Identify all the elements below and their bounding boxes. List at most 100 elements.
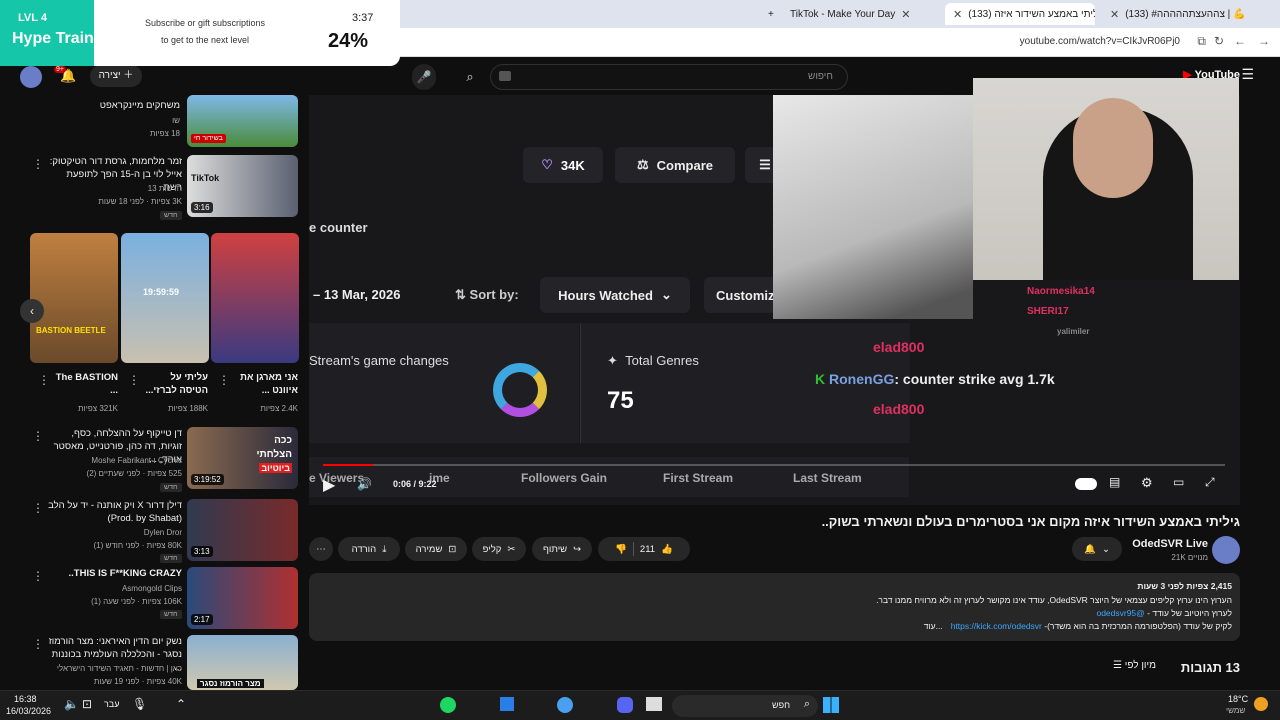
apps-icon[interactable] [500,697,514,711]
more-options-icon[interactable]: ⋮ [32,637,44,651]
description-box[interactable]: 2,415 צפיות לפני 3 שעות הערוץ הינו ערוץ … [309,573,1240,641]
short-thumbnail[interactable] [211,233,299,363]
channel-name[interactable]: Dylen Dror [48,527,182,539]
share-button[interactable]: ↪ שיתוף [532,537,592,561]
chat-message: K RonenGG: counter strike avg 1.7k [815,371,1055,387]
short-title[interactable]: עליתי על הטיסה לברזי... [140,371,208,397]
taskbar-search[interactable]: חפש ⌕ [672,695,818,717]
avatar[interactable] [20,66,42,88]
keyboard-icon[interactable] [499,71,511,81]
tab-youtube-active[interactable]: ✕ (133) גיליתי באמצע השידור איזה [945,3,1095,25]
like-dislike-buttons[interactable]: 👍 211 👎 [598,537,690,561]
more-options-icon[interactable]: ⋮ [128,373,140,387]
search-input[interactable]: חיפוש [490,64,848,90]
extensions-icon[interactable]: ⧉ [1197,34,1206,49]
close-icon[interactable]: ✕ [953,8,962,21]
weather-icon[interactable] [1254,697,1268,711]
date-range[interactable]: – 13 Mar, 2026 [313,287,400,302]
settings-gear-icon[interactable]: ⚙ [1141,475,1153,491]
windows-start-icon[interactable] [823,697,839,713]
miniplayer-icon[interactable]: ▭ [1173,475,1184,489]
like-icon[interactable]: 👍 [661,544,673,555]
video-thumbnail[interactable]: 2:17 [187,567,298,629]
voice-search-icon[interactable]: 🎤 [412,64,436,90]
more-options-icon[interactable]: ⋮ [32,501,44,515]
more-options-icon[interactable]: ⋮ [32,569,44,583]
column-header[interactable]: Followers Gain [521,471,607,485]
sort-dropdown[interactable]: Hours Watched ⌄ [540,277,690,313]
discord-icon[interactable] [617,697,633,713]
url-field[interactable]: youtube.com/watch?v=CIkJvR06Pj0 [1020,36,1180,47]
video-thumbnail[interactable]: מצר הורמוז נסגר [187,635,298,690]
video-thumbnail[interactable]: 3:13 [187,499,298,561]
channel-avatar[interactable] [1212,536,1240,564]
more-options-icon[interactable]: ⋮ [32,429,44,443]
progress-bar-track[interactable] [373,464,1225,466]
like-count-button[interactable]: ♡ 34K [523,147,603,183]
kick-link[interactable]: https://kick.com/odedsvr [951,621,1042,631]
customize-button[interactable]: Customiz [704,277,784,313]
tab-tiktok[interactable]: TikTok - Make Your Day ✕ [782,3,942,25]
captions-icon[interactable]: ▤ [1109,475,1120,489]
sort-by-label: ⇅ Sort by: [455,287,519,303]
more-options-icon[interactable]: ⋮ [218,373,230,387]
close-icon[interactable]: ✕ [1110,8,1119,21]
progress-bar-played[interactable] [323,464,373,466]
channel-name[interactable]: Asmongold Clips [48,583,182,595]
reload-icon[interactable]: ↻ [1214,34,1224,48]
video-title[interactable]: THIS IS F**KING CRAZY.. [48,567,182,580]
short-title[interactable]: The BASTION ... [50,371,118,397]
video-thumbnail[interactable]: בשידור חי [187,95,298,147]
channel-name[interactable]: חדשות 13 [48,183,182,195]
new-tab-button[interactable]: + [760,3,780,25]
short-title[interactable]: אני מארגן את איוונט ... [230,371,298,397]
video-title[interactable]: משחקים מיינקראפט [40,99,180,112]
speaker-icon[interactable]: 🔈 [64,697,79,711]
column-header[interactable]: e Viewers [309,471,364,485]
short-thumbnail[interactable]: 19:59:59 [121,233,209,363]
more-options-icon[interactable]: ⋮ [38,373,50,387]
network-icon[interactable]: ⊡ [82,697,92,711]
volume-icon[interactable]: 🔊 [357,477,372,491]
sort-comments-button[interactable]: ☰ מיון לפי [1113,660,1156,671]
youtube-handle-link[interactable]: @odedsvr95 [1096,608,1144,618]
file-explorer-icon[interactable] [646,697,662,711]
channel-name[interactable]: OdedSVR Live [1132,538,1208,550]
short-thumbnail[interactable]: BASTION BEETLE [30,233,118,363]
video-thumbnail[interactable]: TikTok 3:16 [187,155,298,217]
mic-icon[interactable]: 🎙 [132,697,147,711]
dislike-icon[interactable]: 👎 [615,544,627,555]
more-options-icon[interactable]: ⋮ [32,157,44,171]
download-button[interactable]: ⤓ הורדה [338,537,400,561]
create-button[interactable]: יצירה ＋ [90,65,142,87]
chevron-up-icon[interactable]: ⌃ [176,697,186,711]
carousel-prev-icon[interactable]: ‹ [20,299,44,323]
clock-date[interactable]: 16/03/2026 [6,706,51,716]
language-indicator[interactable]: עבר [104,699,119,709]
video-title[interactable]: דילן דרור X ויק אותנה - יד על הלב (Prod.… [48,499,182,525]
forward-icon[interactable]: → [1258,34,1270,48]
menu-icon[interactable]: ☰ [1241,66,1254,83]
clock-time[interactable]: 16:38 [14,694,37,704]
fullscreen-icon[interactable]: ⤢ [1205,475,1215,490]
chrome-icon[interactable] [557,697,573,713]
column-header[interactable]: Last Stream [793,471,862,485]
show-more-link[interactable]: ...עוד [924,621,943,631]
compare-button[interactable]: ⚖ Compare [615,147,735,183]
search-icon[interactable]: ⌕ [452,64,488,90]
channel-name[interactable]: Cycnic ו-Moshe Fabrikant [48,455,182,467]
save-button[interactable]: ⊡ שמירה [405,537,467,561]
more-actions-button[interactable]: ⋯ [309,537,333,561]
channel-name[interactable]: כאן | חדשות - תאגיד השידור הישראלי [48,663,182,675]
back-icon[interactable]: ← [1234,34,1246,48]
subscribed-bell-button[interactable]: ⌄ 🔔 [1072,537,1122,561]
weather-temp[interactable]: 18°C [1228,694,1248,704]
column-header[interactable]: First Stream [663,471,733,485]
tab-youtube-2[interactable]: ✕ (133) #צההעצתההההה | 💪 [1102,3,1252,25]
close-icon[interactable]: ✕ [901,8,910,21]
video-thumbnail[interactable]: ככה הצלחתי ביוטיוב 3:19:52 [187,427,298,489]
autoplay-toggle[interactable] [1075,478,1097,490]
clip-button[interactable]: ✂ קליפ [472,537,526,561]
spotify-icon[interactable] [440,697,456,713]
play-icon[interactable]: ▶ [323,475,335,495]
